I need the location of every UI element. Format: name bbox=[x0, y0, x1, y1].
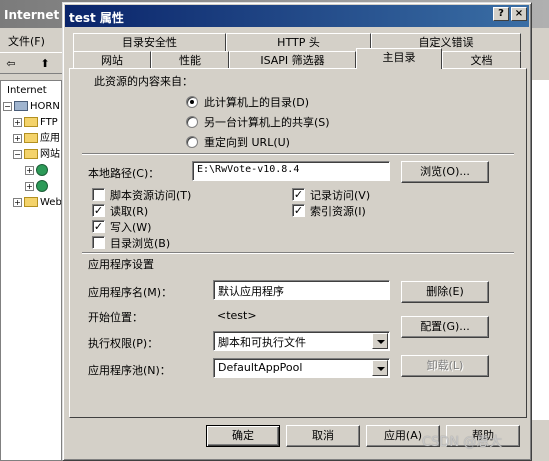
start-point-label: 开始位置： bbox=[88, 311, 143, 324]
divider bbox=[82, 153, 514, 155]
checkbox-log-visits[interactable]: ✓ bbox=[292, 188, 305, 201]
tree-item-ftp[interactable]: + FTP bbox=[13, 115, 58, 131]
app-settings-label: 应用程序设置 bbox=[88, 258, 154, 271]
back-icon[interactable]: ⇦ bbox=[2, 56, 20, 72]
tree-expand-icon[interactable]: + bbox=[13, 133, 22, 143]
background-toolbar: ⇦ ⬆ bbox=[0, 52, 62, 74]
app-pool-value: DefaultAppPool bbox=[218, 361, 303, 374]
tree-expand-icon[interactable]: + bbox=[13, 197, 22, 207]
tree-item-site-2[interactable]: + bbox=[25, 179, 50, 195]
radio-redirect-url[interactable] bbox=[186, 136, 198, 148]
execute-permissions-label: 执行权限(P)： bbox=[88, 337, 159, 350]
tab-directory-security[interactable]: 目录安全性 bbox=[73, 33, 226, 51]
home-directory-panel: 此资源的内容来自： 此计算机上的目录(D) 另一台计算机上的共享(S) 重定向到… bbox=[69, 68, 527, 418]
tree-collapse-icon[interactable]: − bbox=[13, 149, 22, 159]
tab-performance[interactable]: 性能 bbox=[151, 51, 229, 69]
app-name-label: 应用程序名(M)： bbox=[88, 286, 173, 299]
divider bbox=[82, 252, 514, 254]
tab-website[interactable]: 网站 bbox=[73, 51, 151, 69]
tree-item-site-1[interactable]: + bbox=[25, 163, 50, 179]
checkbox-log-visits-label[interactable]: 记录访问(V) bbox=[310, 187, 370, 203]
chevron-down-icon[interactable] bbox=[372, 333, 388, 349]
execute-permissions-select[interactable]: 脚本和可执行文件 bbox=[213, 331, 390, 351]
checkbox-script-source-access[interactable] bbox=[92, 188, 105, 201]
local-path-label: 本地路径(C)： bbox=[88, 167, 160, 180]
watermark: CSDN @恩大 bbox=[422, 435, 503, 450]
radio-network-share[interactable] bbox=[186, 116, 198, 128]
radio-network-share-label[interactable]: 另一台计算机上的共享(S) bbox=[204, 114, 330, 130]
checkbox-write[interactable]: ✓ bbox=[92, 220, 105, 233]
folder-icon bbox=[24, 133, 38, 143]
cancel-button[interactable]: 取消 bbox=[286, 425, 360, 447]
website-icon bbox=[36, 180, 48, 192]
local-path-input[interactable]: E:\RwVote-v10.8.4 bbox=[192, 161, 390, 181]
radio-local-directory[interactable] bbox=[186, 96, 198, 108]
help-caption-button[interactable]: ? bbox=[493, 7, 509, 21]
checkbox-read[interactable]: ✓ bbox=[92, 204, 105, 217]
execute-permissions-value: 脚本和可执行文件 bbox=[218, 336, 306, 349]
tree-view: Internet −HORN (本 +FTP +应用 −网站 + + +Web bbox=[0, 80, 62, 461]
unload-button[interactable]: 卸载(L) bbox=[401, 355, 489, 377]
tree-item-horn[interactable]: −HORN (本 bbox=[3, 99, 61, 115]
tab-documents[interactable]: 文档 bbox=[442, 51, 521, 69]
close-button[interactable]: × bbox=[511, 7, 527, 21]
tree-item-web-extensions[interactable]: + Web bbox=[13, 195, 61, 211]
checkbox-directory-browsing[interactable] bbox=[92, 236, 105, 249]
background-list-pane bbox=[532, 80, 549, 420]
tree-item-app-pools[interactable]: + 应用 bbox=[13, 131, 60, 147]
browse-button[interactable]: 浏览(O)... bbox=[401, 161, 489, 183]
computer-icon bbox=[14, 101, 28, 111]
folder-up-icon[interactable]: ⬆ bbox=[36, 56, 54, 72]
checkbox-directory-browsing-label[interactable]: 目录浏览(B) bbox=[110, 235, 170, 251]
checkbox-read-label[interactable]: 读取(R) bbox=[110, 203, 148, 219]
radio-redirect-url-label[interactable]: 重定向到 URL(U) bbox=[204, 134, 290, 150]
ok-button[interactable]: 确定 bbox=[206, 425, 280, 447]
checkbox-index-resource[interactable]: ✓ bbox=[292, 204, 305, 217]
radio-local-directory-label[interactable]: 此计算机上的目录(D) bbox=[204, 94, 309, 110]
file-menu[interactable]: 文件(F) bbox=[0, 30, 60, 50]
tree-item-websites[interactable]: − 网站 bbox=[13, 147, 60, 163]
dialog-title: test 属性 bbox=[69, 11, 124, 25]
folder-icon bbox=[24, 149, 38, 159]
chevron-down-icon[interactable] bbox=[372, 360, 388, 376]
folder-icon bbox=[24, 197, 38, 207]
app-pool-select[interactable]: DefaultAppPool bbox=[213, 358, 390, 378]
app-name-input[interactable]: 默认应用程序 bbox=[213, 280, 390, 300]
properties-dialog: test 属性 ? × 目录安全性 HTTP 头 自定义错误 网站 性能 ISA… bbox=[62, 2, 532, 461]
tab-http-headers[interactable]: HTTP 头 bbox=[226, 33, 371, 51]
tree-item-internet[interactable]: Internet bbox=[7, 83, 47, 99]
configure-button[interactable]: 配置(G)... bbox=[401, 316, 489, 338]
folder-icon bbox=[24, 117, 38, 127]
app-pool-label: 应用程序池(N)： bbox=[88, 364, 171, 377]
tab-home-directory[interactable]: 主目录 bbox=[356, 48, 442, 69]
tree-expand-icon[interactable]: + bbox=[25, 181, 34, 191]
start-point-value: <test> bbox=[217, 309, 257, 322]
remove-button[interactable]: 删除(E) bbox=[401, 281, 489, 303]
tree-expand-icon[interactable]: + bbox=[13, 117, 22, 127]
dialog-title-bar[interactable]: test 属性 bbox=[65, 5, 529, 27]
tab-isapi-filters[interactable]: ISAPI 筛选器 bbox=[229, 51, 356, 69]
website-icon bbox=[36, 164, 48, 176]
content-source-label: 此资源的内容来自： bbox=[94, 75, 193, 88]
checkbox-write-label[interactable]: 写入(W) bbox=[110, 219, 151, 235]
checkbox-index-resource-label[interactable]: 索引资源(I) bbox=[310, 203, 366, 219]
tree-expand-icon[interactable]: + bbox=[25, 165, 34, 175]
checkbox-script-source-access-label[interactable]: 脚本资源访问(T) bbox=[110, 187, 191, 203]
tree-collapse-icon[interactable]: − bbox=[3, 101, 12, 111]
